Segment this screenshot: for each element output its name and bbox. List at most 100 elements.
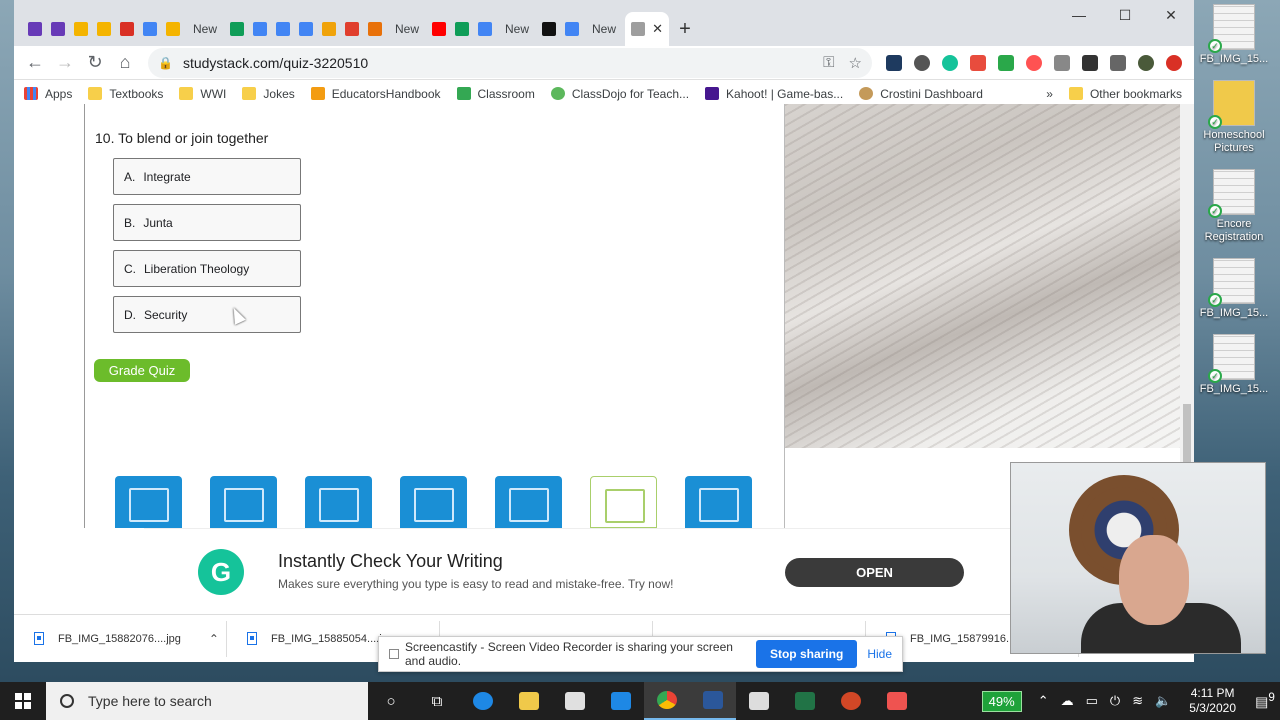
bookmark-educatorshandbook[interactable]: EducatorsHandbook	[310, 87, 441, 101]
edge-icon[interactable]	[460, 682, 506, 720]
quiz-icon[interactable]	[590, 476, 657, 528]
bookmark-jokes[interactable]: Jokes	[242, 87, 295, 101]
bookmark-crostini[interactable]: Crostini Dashboard	[859, 87, 983, 101]
bookmark-wwi[interactable]: WWI	[179, 87, 226, 101]
chevron-up-icon[interactable]: ⌃	[1038, 693, 1049, 709]
mail-icon[interactable]	[598, 682, 644, 720]
crossword-icon[interactable]	[400, 476, 467, 528]
chrome-taskbar-icon[interactable]	[644, 682, 690, 720]
tab[interactable]	[24, 12, 46, 46]
close-icon[interactable]: ✕	[1148, 0, 1194, 30]
store-icon[interactable]	[552, 682, 598, 720]
tab[interactable]	[139, 12, 161, 46]
star-icon[interactable]: ☆	[849, 54, 862, 72]
key-icon[interactable]: ⚿	[823, 54, 834, 71]
tab[interactable]	[474, 12, 496, 46]
bookmark-apps[interactable]: Apps	[24, 87, 72, 101]
stop-sharing-button[interactable]: Stop sharing	[755, 640, 858, 668]
power-icon[interactable]: ⏻	[1110, 693, 1120, 709]
tab-new[interactable]: New	[387, 12, 427, 46]
bookmark-classdojo[interactable]: ClassDojo for Teach...	[550, 87, 689, 101]
extension-icon[interactable]	[964, 49, 992, 77]
bookmark-other[interactable]: Other bookmarks	[1068, 87, 1182, 101]
wifi-icon[interactable]: ≋	[1132, 693, 1143, 709]
taskbar-clock[interactable]: 4:11 PM 5/3/2020	[1189, 686, 1236, 716]
bookmark-textbooks[interactable]: Textbooks	[88, 87, 163, 101]
ad-open-button[interactable]: OPEN	[785, 558, 964, 587]
typing-icon[interactable]	[495, 476, 562, 528]
extension-icon[interactable]	[1048, 49, 1076, 77]
tab[interactable]	[295, 12, 317, 46]
desktop-icon-homeschool-pictures[interactable]: ✓ Homeschool Pictures	[1194, 80, 1274, 155]
extension-icon[interactable]	[1076, 49, 1104, 77]
calculator-icon[interactable]	[736, 682, 782, 720]
task-view-icon[interactable]: ⧉	[414, 682, 460, 720]
tab[interactable]	[364, 12, 386, 46]
test-icon[interactable]	[685, 476, 752, 528]
grammarly-icon[interactable]	[936, 49, 964, 77]
battery-indicator[interactable]: 49%	[981, 690, 1022, 712]
tab[interactable]	[561, 12, 583, 46]
answer-option-a[interactable]: A. Integrate	[113, 158, 301, 195]
matching-icon[interactable]	[210, 476, 277, 528]
battery-icon[interactable]: ▭	[1086, 693, 1098, 709]
tab-active-studystack[interactable]: ✕	[625, 12, 669, 46]
desktop-icon-fb-img-1[interactable]: ✓ FB_IMG_15...	[1194, 4, 1274, 66]
tab-new[interactable]: New	[185, 12, 225, 46]
screencastify-icon[interactable]	[1020, 49, 1048, 77]
start-button[interactable]	[0, 682, 46, 720]
hide-link[interactable]: Hide	[867, 647, 892, 661]
tab[interactable]	[226, 12, 248, 46]
address-bar[interactable]: 🔒 studystack.com/quiz-3220510 ⚿ ☆	[148, 47, 872, 78]
tab[interactable]	[249, 12, 271, 46]
answer-option-c[interactable]: C. Liberation Theology	[113, 250, 301, 287]
tab[interactable]	[162, 12, 184, 46]
checkmark-extension-icon[interactable]	[992, 49, 1020, 77]
answer-option-b[interactable]: B. Junta	[113, 204, 301, 241]
reload-icon[interactable]: ↻	[80, 48, 110, 78]
excel-icon[interactable]	[782, 682, 828, 720]
close-tab-icon[interactable]: ✕	[652, 21, 663, 37]
tab[interactable]	[93, 12, 115, 46]
answer-option-d[interactable]: D. Security	[113, 296, 301, 333]
cortana-icon[interactable]: ○	[368, 682, 414, 720]
desktop-icon-fb-img-3[interactable]: ✓ FB_IMG_15...	[1194, 334, 1274, 396]
forward-icon[interactable]: →	[50, 48, 80, 78]
tab-new[interactable]: New	[497, 12, 537, 46]
bookmark-classroom[interactable]: Classroom	[456, 87, 535, 101]
tab[interactable]	[538, 12, 560, 46]
bookmark-kahoot[interactable]: Kahoot! | Game-bas...	[705, 87, 843, 101]
scrollbar-thumb[interactable]	[1183, 404, 1191, 464]
desktop-icon-fb-img-2[interactable]: ✓ FB_IMG_15...	[1194, 258, 1274, 320]
file-explorer-icon[interactable]	[506, 682, 552, 720]
extension-icon[interactable]	[880, 49, 908, 77]
back-icon[interactable]: ←	[20, 48, 50, 78]
hangman-icon[interactable]	[305, 476, 372, 528]
chevron-up-icon[interactable]: ⌃	[209, 632, 219, 646]
screen-recorder-icon[interactable]	[874, 682, 920, 720]
notification-center-icon[interactable]: ▤9	[1250, 691, 1280, 711]
bookmarks-overflow-icon[interactable]: »	[1046, 87, 1053, 101]
tab[interactable]	[70, 12, 92, 46]
grammarly-ad-banner[interactable]: G Instantly Check Your Writing Makes sur…	[144, 528, 1034, 614]
flashcards-icon[interactable]	[115, 476, 182, 528]
extension-icon[interactable]	[908, 49, 936, 77]
taskbar-search-box[interactable]: Type here to search	[46, 682, 368, 720]
word-icon[interactable]	[690, 682, 736, 720]
profile-avatar[interactable]	[1132, 49, 1160, 77]
minimize-icon[interactable]: —	[1056, 0, 1102, 30]
maximize-icon[interactable]: ☐	[1102, 0, 1148, 30]
tab[interactable]	[318, 12, 340, 46]
tab[interactable]	[116, 12, 138, 46]
home-icon[interactable]: ⌂	[110, 48, 140, 78]
grade-quiz-button[interactable]: Grade Quiz	[94, 359, 190, 382]
volume-icon[interactable]: 🔈	[1155, 693, 1171, 709]
media-icon[interactable]	[1104, 49, 1132, 77]
tab[interactable]	[272, 12, 294, 46]
new-tab-button[interactable]: +	[670, 12, 700, 46]
tab[interactable]	[428, 12, 450, 46]
cloud-icon[interactable]: ☁	[1061, 693, 1074, 709]
tab-new[interactable]: New	[584, 12, 624, 46]
tab[interactable]	[451, 12, 473, 46]
powerpoint-icon[interactable]	[828, 682, 874, 720]
